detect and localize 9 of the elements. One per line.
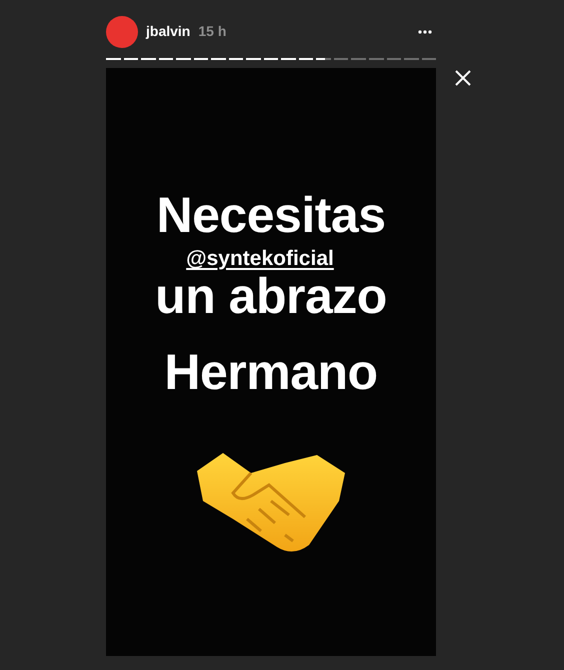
story-text: Hermano (164, 347, 378, 397)
username[interactable]: jbalvin (146, 21, 190, 42)
avatar[interactable] (106, 16, 138, 48)
story-text: un abrazo (155, 271, 387, 321)
close-icon (454, 68, 472, 87)
post-time: 15 h (198, 22, 226, 41)
story-text: Necesitas (156, 190, 386, 240)
mention-link[interactable]: @syntekoficial (186, 248, 334, 269)
more-icon[interactable] (418, 30, 432, 34)
